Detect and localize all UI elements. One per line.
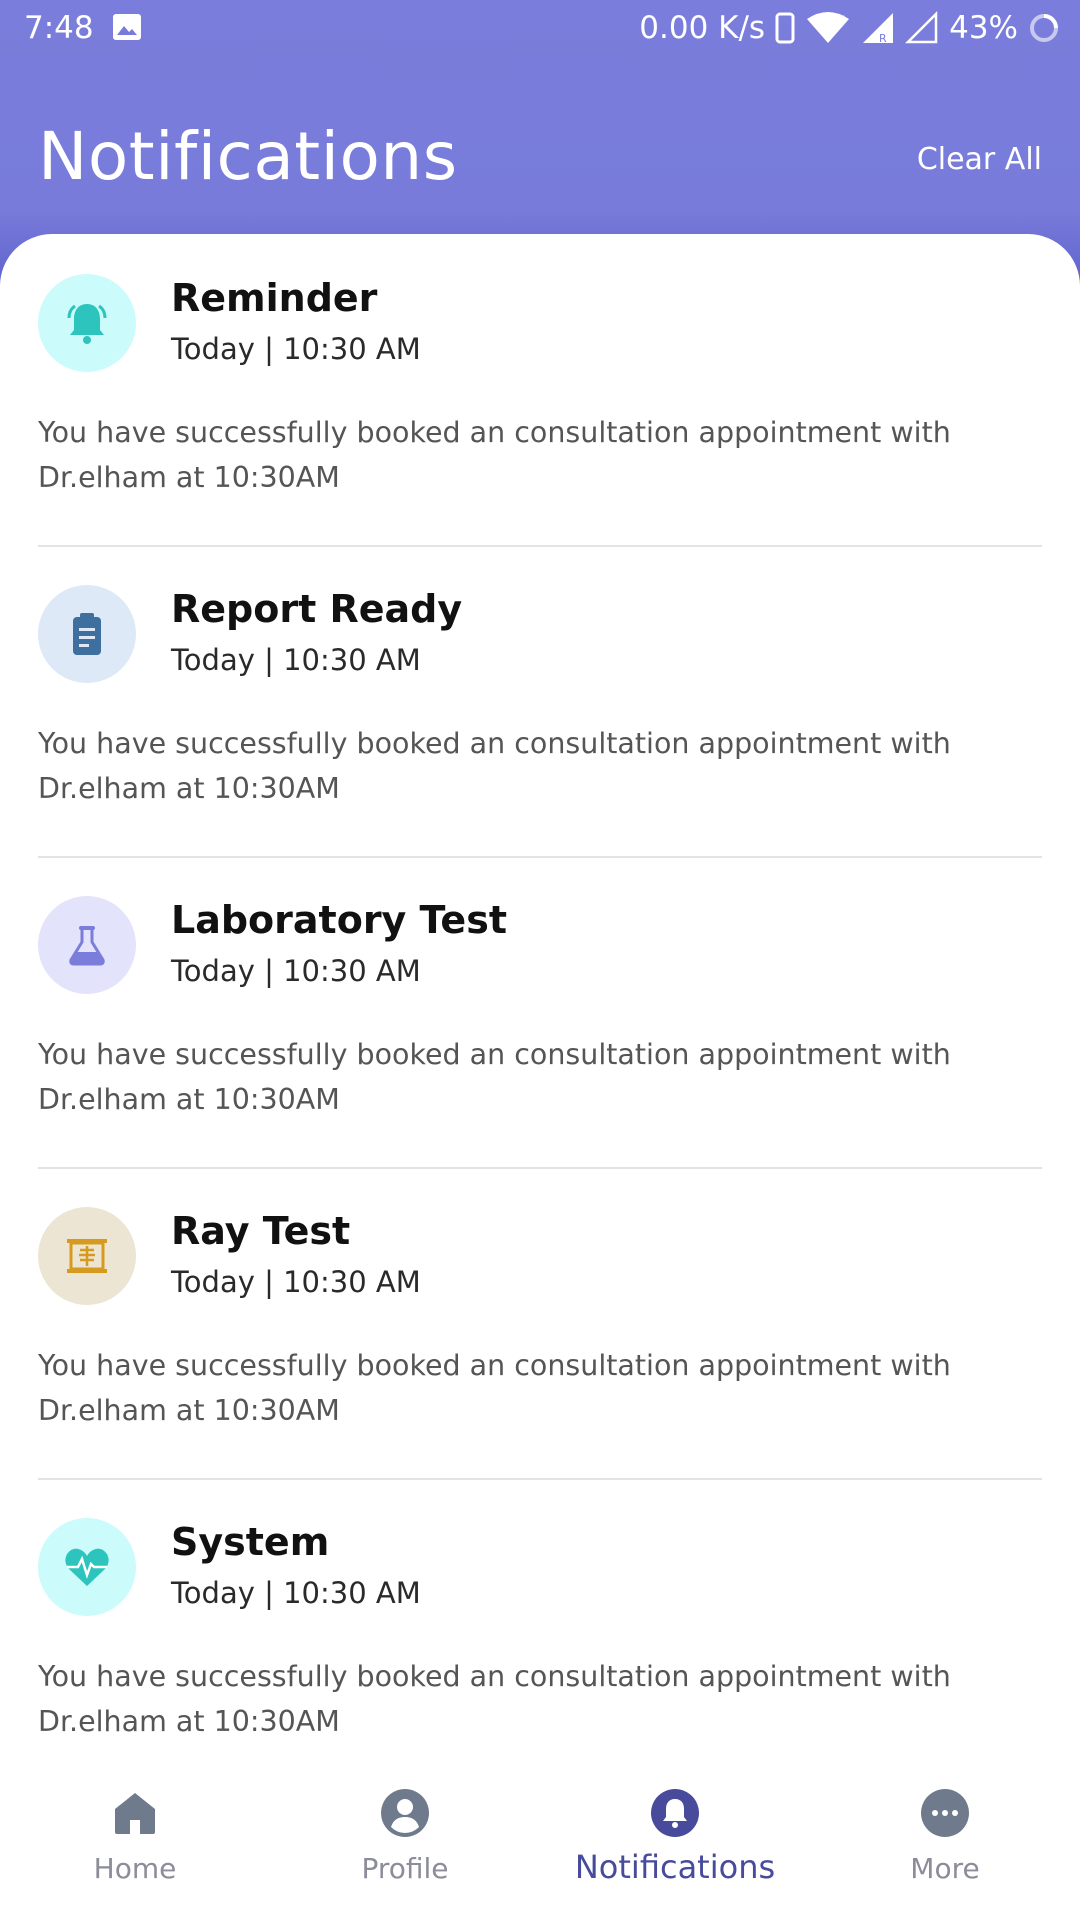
tab-label: More bbox=[910, 1852, 980, 1885]
tab-home[interactable]: Home bbox=[0, 1774, 270, 1920]
signal-empty-icon bbox=[905, 11, 938, 44]
notification-list: Reminder Today | 10:30 AM You have succe… bbox=[0, 234, 1080, 1774]
notification-avatar bbox=[38, 896, 136, 994]
tab-profile[interactable]: Profile bbox=[270, 1774, 540, 1920]
notification-message: You have successfully booked an consulta… bbox=[38, 416, 951, 494]
notification-avatar bbox=[38, 1207, 136, 1305]
svg-text:x: x bbox=[839, 13, 845, 24]
bell-icon bbox=[67, 304, 107, 344]
status-right-group: 0.00 K/s x R 43% bbox=[639, 10, 1060, 46]
home-icon bbox=[115, 1793, 155, 1834]
tab-label: Profile bbox=[361, 1852, 449, 1885]
notification-title: Laboratory Test bbox=[171, 898, 507, 942]
flask-icon bbox=[69, 926, 105, 966]
list-item[interactable]: Reminder Today | 10:30 AM You have succe… bbox=[38, 234, 1042, 547]
clear-all-button[interactable]: Clear All bbox=[917, 142, 1042, 177]
notification-title: Ray Test bbox=[171, 1209, 351, 1253]
notification-message: You have successfully booked an consulta… bbox=[38, 1038, 951, 1116]
profile-icon bbox=[381, 1789, 429, 1837]
wifi-icon: x bbox=[807, 12, 850, 43]
svg-text:R: R bbox=[879, 32, 887, 45]
phone-icon bbox=[775, 12, 795, 44]
notification-title: Reminder bbox=[171, 276, 378, 320]
notification-avatar bbox=[38, 1518, 136, 1616]
notification-time: Today | 10:30 AM bbox=[171, 1265, 421, 1299]
list-item[interactable]: System Today | 10:30 AM You have success… bbox=[38, 1478, 1042, 1789]
status-bar: 7:48 0.00 K/s x R 43% bbox=[0, 0, 1080, 56]
list-item[interactable]: Report Ready Today | 10:30 AM You have s… bbox=[38, 545, 1042, 858]
notification-message: You have successfully booked an consulta… bbox=[38, 1349, 951, 1427]
heartbeat-icon bbox=[65, 1548, 109, 1586]
tab-label: Notifications bbox=[574, 1848, 776, 1886]
list-item[interactable]: Ray Test Today | 10:30 AM You have succe… bbox=[38, 1167, 1042, 1480]
notification-message: You have successfully booked an consulta… bbox=[38, 1660, 951, 1738]
tab-more[interactable]: More bbox=[810, 1774, 1080, 1920]
notification-time: Today | 10:30 AM bbox=[171, 332, 421, 366]
notification-time: Today | 10:30 AM bbox=[171, 643, 421, 677]
notification-avatar bbox=[38, 274, 136, 372]
clipboard-icon bbox=[73, 613, 101, 655]
loading-icon bbox=[1030, 14, 1058, 42]
notification-title: Report Ready bbox=[171, 587, 463, 631]
page-title: Notifications bbox=[38, 118, 458, 195]
notification-time: Today | 10:30 AM bbox=[171, 1576, 421, 1610]
network-speed: 0.00 K/s bbox=[639, 10, 766, 46]
notification-avatar bbox=[38, 585, 136, 683]
list-item[interactable]: Laboratory Test Today | 10:30 AM You hav… bbox=[38, 856, 1042, 1169]
xray-icon bbox=[67, 1239, 107, 1273]
status-time: 7:48 bbox=[24, 10, 94, 46]
tab-notifications[interactable]: Notifications bbox=[540, 1774, 810, 1920]
gallery-icon bbox=[113, 14, 141, 40]
bell-icon bbox=[651, 1789, 699, 1837]
signal-icon: R bbox=[863, 13, 894, 45]
bottom-navigation: Home Profile Notifications More bbox=[0, 1774, 1080, 1920]
tab-label: Home bbox=[93, 1852, 177, 1885]
notification-title: System bbox=[171, 1520, 330, 1564]
more-icon bbox=[921, 1789, 969, 1837]
notification-time: Today | 10:30 AM bbox=[171, 954, 421, 988]
battery-level: 43% bbox=[949, 10, 1018, 46]
notification-message: You have successfully booked an consulta… bbox=[38, 727, 951, 805]
